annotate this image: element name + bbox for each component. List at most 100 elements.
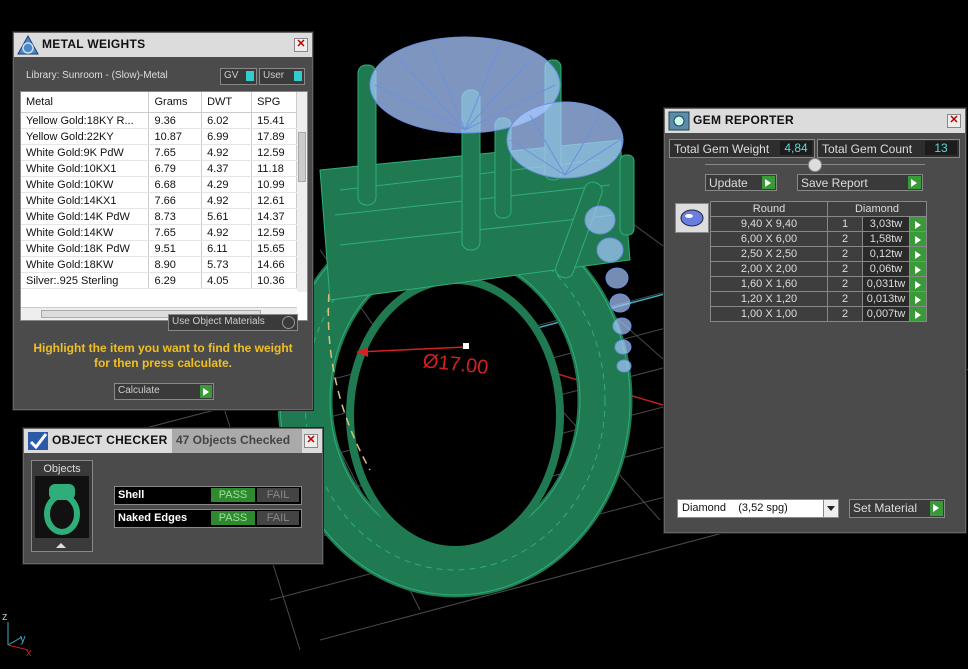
objects-label: Objects xyxy=(43,463,81,475)
table-cell: White Gold:10KX1 xyxy=(21,160,150,177)
gem-row[interactable]: 1,20 X 1,20 2 0,013tw xyxy=(710,291,927,307)
table-cell: White Gold:18KW xyxy=(21,256,150,273)
gem-row[interactable]: 2,50 X 2,50 2 0,12tw xyxy=(710,246,927,262)
table-cell: Yellow Gold:22KY xyxy=(21,128,150,145)
play-arrow-icon[interactable] xyxy=(909,306,927,322)
total-gem-weight-label: Total Gem Weight xyxy=(674,142,770,156)
objects-preview[interactable]: Objects xyxy=(31,460,93,552)
calculate-label: Calculate xyxy=(118,385,160,396)
play-arrow-icon[interactable] xyxy=(909,261,927,277)
table-cell: 4.05 xyxy=(201,272,253,289)
gem-row[interactable]: 2,00 X 2,00 2 0,06tw xyxy=(710,261,927,277)
table-row[interactable]: White Gold:9K PdW 7.65 4.92 12.59 xyxy=(21,144,297,161)
table-row[interactable]: White Gold:10KX1 6.79 4.37 11.18 xyxy=(21,160,297,177)
table-row[interactable]: White Gold:14KW 7.65 4.92 12.59 xyxy=(21,224,297,241)
calculate-button[interactable]: Calculate xyxy=(114,383,214,400)
table-cell: 4.37 xyxy=(201,160,253,177)
table-cell: 17.89 xyxy=(251,128,297,145)
table-row[interactable]: White Gold:18K PdW 9.51 6.11 15.65 xyxy=(21,240,297,257)
column-header-grams[interactable]: Grams xyxy=(148,92,203,113)
update-button[interactable]: Update xyxy=(705,174,777,191)
material-select[interactable]: Diamond (3,52 spg) xyxy=(677,499,839,518)
close-icon[interactable]: ✕ xyxy=(294,38,308,52)
table-cell: 14.66 xyxy=(251,256,297,273)
table-row[interactable]: White Gold:10KW 6.68 4.29 10.99 xyxy=(21,176,297,193)
column-header-metal[interactable]: Metal xyxy=(21,92,150,113)
play-arrow-icon[interactable] xyxy=(909,276,927,292)
checkmark-logo-icon xyxy=(28,432,48,450)
table-cell: 12.61 xyxy=(251,192,297,209)
collapse-toggle-icon[interactable] xyxy=(808,158,822,172)
gem-count: 2 xyxy=(827,291,863,307)
check-row-shell: Shell PASS FAIL xyxy=(114,486,302,505)
vertical-scrollbar[interactable] xyxy=(297,92,307,292)
gem-row[interactable]: 6,00 X 6,00 2 1,58tw xyxy=(710,231,927,247)
chevron-down-icon[interactable] xyxy=(823,500,838,517)
gem-row[interactable]: 1,00 X 1,00 2 0,007tw xyxy=(710,306,927,322)
table-cell: 6.99 xyxy=(201,128,253,145)
calculate-hint: Highlight the item you want to find the … xyxy=(33,341,293,370)
gem-row[interactable]: 9,40 X 9,40 1 3,03tw xyxy=(710,216,927,232)
set-material-button[interactable]: Set Material xyxy=(849,499,945,518)
gem-weight: 0,007tw xyxy=(862,306,910,322)
table-cell: 10.87 xyxy=(148,128,203,145)
gem-reporter-logo-icon xyxy=(668,111,690,131)
object-checker-titlebar[interactable]: OBJECT CHECKER 47 Objects Checked ✕ xyxy=(24,429,322,453)
use-object-materials-toggle[interactable]: Use Object Materials xyxy=(168,314,298,331)
table-row[interactable]: Silver:.925 Sterling 6.29 4.05 10.36 xyxy=(21,272,297,289)
round-gem-icon[interactable] xyxy=(675,203,709,233)
fail-indicator[interactable]: FAIL xyxy=(257,511,299,525)
metal-table[interactable]: Metal Grams DWT SPG Yellow Gold:18KY R..… xyxy=(20,91,308,321)
table-row[interactable]: White Gold:14KX1 7.66 4.92 12.61 xyxy=(21,192,297,209)
save-report-button[interactable]: Save Report xyxy=(797,174,923,191)
gem-row[interactable]: 1,60 X 1,60 2 0,031tw xyxy=(710,276,927,292)
table-row[interactable]: White Gold:14K PdW 8.73 5.61 14.37 xyxy=(21,208,297,225)
gem-count: 2 xyxy=(827,231,863,247)
table-cell: 4.29 xyxy=(201,176,253,193)
column-header-spg[interactable]: SPG xyxy=(251,92,297,113)
use-object-materials-label: Use Object Materials xyxy=(172,316,265,327)
table-row[interactable]: Yellow Gold:22KY 10.87 6.99 17.89 xyxy=(21,128,297,145)
gem-size: 1,00 X 1,00 xyxy=(710,306,828,322)
pass-indicator[interactable]: PASS xyxy=(211,511,255,525)
play-arrow-icon[interactable] xyxy=(909,246,927,262)
expand-up-icon[interactable] xyxy=(56,543,66,548)
metal-weights-titlebar[interactable]: METAL WEIGHTS ✕ xyxy=(14,33,312,57)
user-toggle[interactable]: User xyxy=(259,68,305,85)
table-row[interactable]: White Gold:18KW 8.90 5.73 14.66 xyxy=(21,256,297,273)
set-material-label: Set Material xyxy=(853,501,918,515)
gem-weight: 0,013tw xyxy=(862,291,910,307)
table-row[interactable]: Yellow Gold:18KY R... 9.36 6.02 15.41 xyxy=(21,112,297,129)
gem-reporter-titlebar[interactable]: GEM REPORTER ✕ xyxy=(665,109,965,133)
gem-count: 2 xyxy=(827,261,863,277)
radio-icon xyxy=(282,316,295,329)
play-arrow-icon[interactable] xyxy=(909,216,927,232)
play-arrow-icon xyxy=(908,176,921,189)
table-cell: Yellow Gold:18KY R... xyxy=(21,112,150,129)
material-select-value: Diamond (3,52 spg) xyxy=(682,502,788,514)
close-icon[interactable]: ✕ xyxy=(304,434,318,448)
total-gem-weight-field: Total Gem Weight 4,84 xyxy=(669,139,815,158)
pass-indicator[interactable]: PASS xyxy=(211,488,255,502)
play-arrow-icon[interactable] xyxy=(909,291,927,307)
gem-count: 2 xyxy=(827,246,863,262)
table-cell: 6.11 xyxy=(201,240,253,257)
gem-size: 1,60 X 1,60 xyxy=(710,276,828,292)
gv-toggle[interactable]: GV xyxy=(220,68,257,85)
cut-header: Round xyxy=(710,201,828,217)
table-cell: 6.29 xyxy=(148,272,203,289)
table-cell: 4.92 xyxy=(201,192,253,209)
table-cell: Silver:.925 Sterling xyxy=(21,272,150,289)
table-cell: 11.18 xyxy=(251,160,297,177)
scroll-thumb[interactable] xyxy=(298,132,306,182)
close-icon[interactable]: ✕ xyxy=(947,114,961,128)
gem-list-table[interactable]: Round Diamond 9,40 X 9,40 1 3,03tw 6,00 X 6… xyxy=(710,201,927,322)
table-cell: 7.65 xyxy=(148,144,203,161)
save-report-label: Save Report xyxy=(801,176,868,190)
play-arrow-icon[interactable] xyxy=(909,231,927,247)
object-checker-title: OBJECT CHECKER xyxy=(52,433,168,447)
fail-indicator[interactable]: FAIL xyxy=(257,488,299,502)
gem-size: 6,00 X 6,00 xyxy=(710,231,828,247)
column-header-dwt[interactable]: DWT xyxy=(201,92,253,113)
table-cell: 12.59 xyxy=(251,224,297,241)
